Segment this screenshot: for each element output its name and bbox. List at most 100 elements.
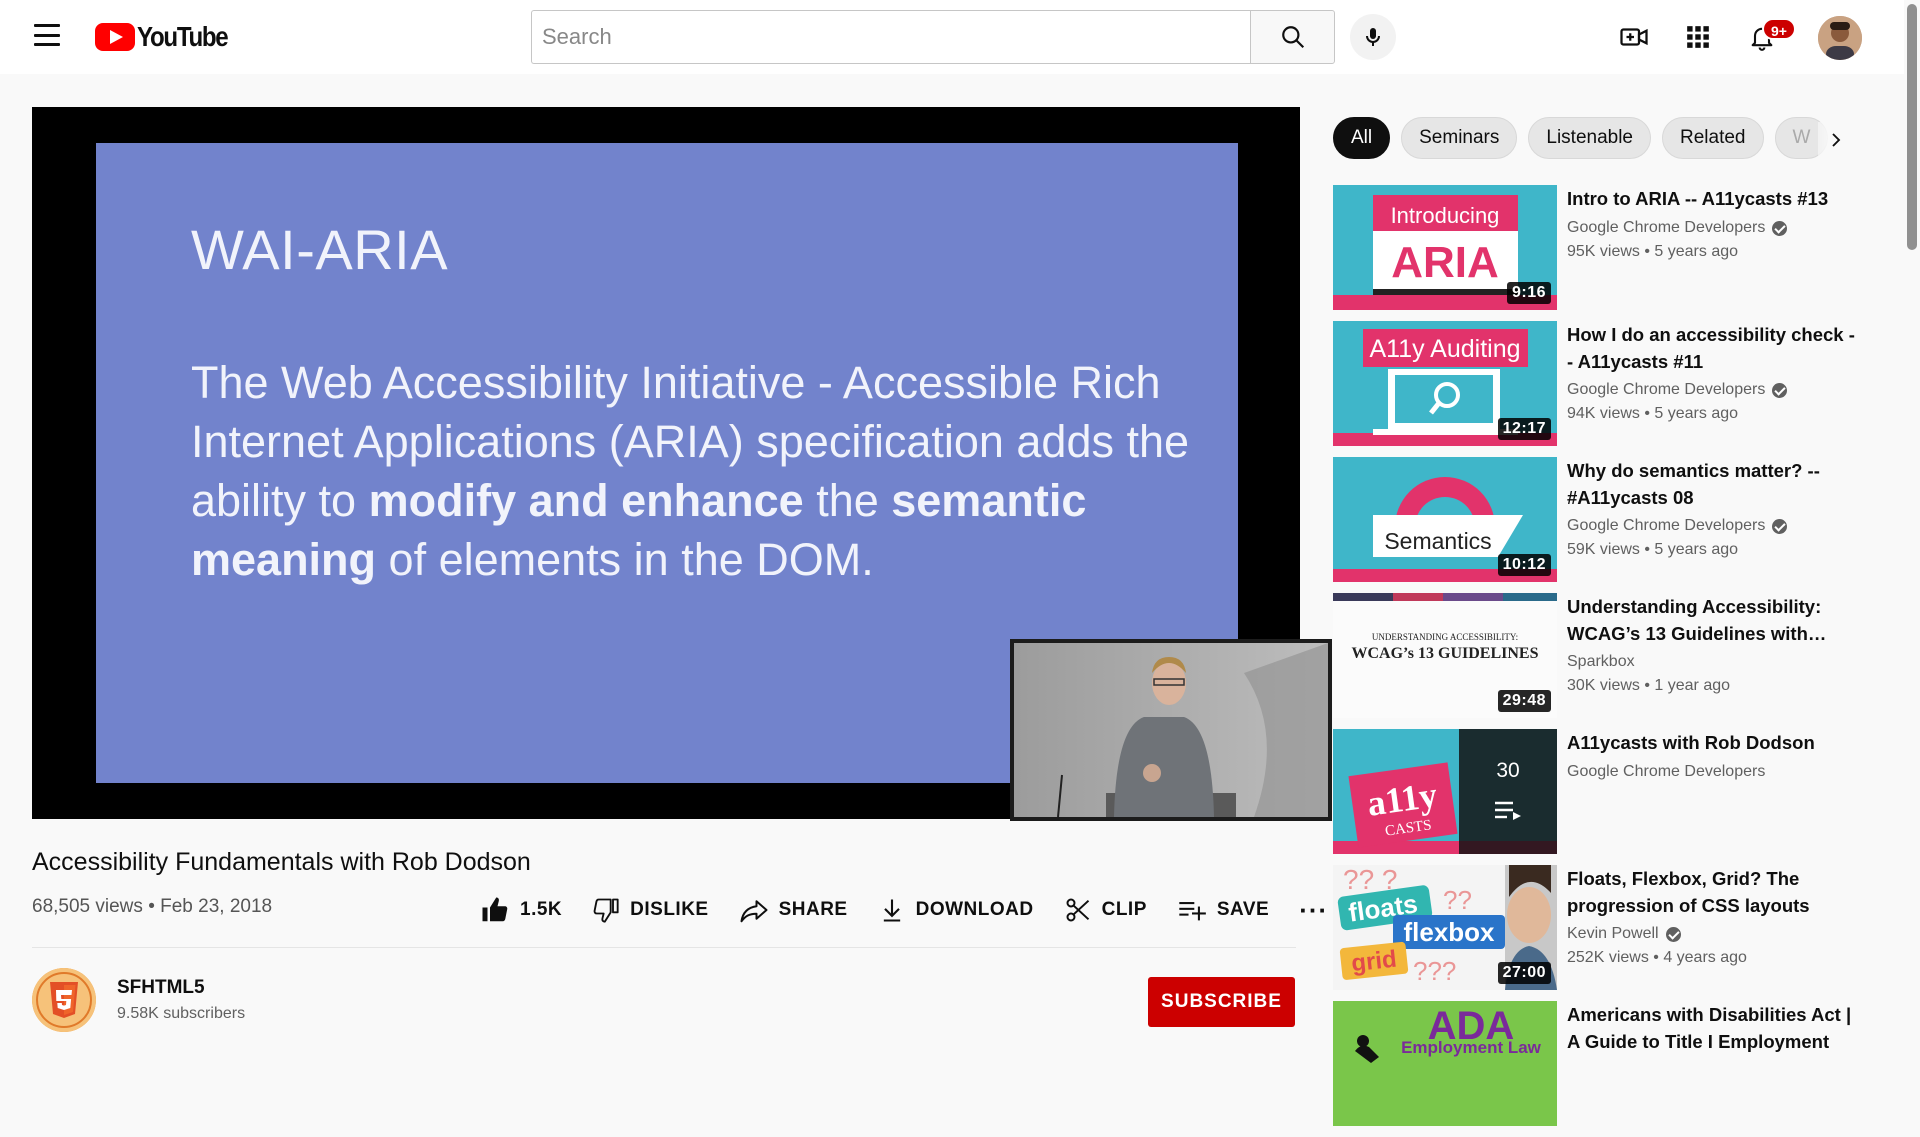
rec-title: A11ycasts with Rob Dodson [1567,732,1815,753]
rec-title: Why do semantics matter? -- #A11ycasts 0… [1567,460,1820,508]
recommendation-playlist[interactable]: a11y CASTS 30 A11ycasts with Rob Dodson … [1333,729,1873,865]
logo-text: YouTube [137,21,229,52]
svg-text:flexbox: flexbox [1403,917,1495,947]
subscriber-count: 9.58K subscribers [117,1005,246,1022]
rec-channel: Google Chrome Developers [1567,517,1788,535]
video-duration: 27:00 [1497,962,1551,984]
top-bar: YouTube 9+ [0,0,1920,74]
rec-channel: Kevin Powell [1567,925,1681,943]
channel-name[interactable]: SFHTML5 [117,977,205,999]
video-meta: 68,505 views • Feb 23, 2018 [32,896,272,918]
verified-icon [1772,220,1788,236]
svg-text:Introducing: Introducing [1391,203,1500,228]
svg-text:Semantics: Semantics [1384,528,1491,554]
thumbs-up-icon [482,897,508,922]
youtube-logo[interactable]: YouTube [95,19,242,55]
chip-seminars[interactable]: Seminars [1401,117,1518,159]
channel-avatar[interactable] [32,968,96,1032]
slide-title: WAI-ARIA [191,218,449,281]
like-button[interactable]: 1.5K [480,895,562,925]
video-thumbnail[interactable]: ?? ? ?? ??? floats flexbox grid 27:00 [1333,865,1557,990]
video-thumbnail[interactable]: UNDERSTANDING ACCESSIBILITY: WCAG’s 13 G… [1333,593,1557,718]
scissors-icon [1066,898,1089,922]
recommendation-item[interactable]: Introducing ARIA 9:16 Intro to ARIA -- A… [1333,185,1873,321]
dislike-button[interactable]: DISLIKE [592,896,708,924]
svg-text:A11y Auditing: A11y Auditing [1369,335,1520,363]
svg-text:???: ??? [1413,956,1456,986]
recommendation-list: Introducing ARIA 9:16 Intro to ARIA -- A… [1333,185,1873,1137]
playlist-thumbnail[interactable]: a11y CASTS 30 [1333,729,1557,854]
recommendation-item[interactable]: Semantics 10:12 Why do semantics matter?… [1333,457,1873,593]
rec-channel: Sparkbox [1567,653,1635,670]
apps-icon [1687,26,1709,48]
save-button[interactable]: SAVE [1177,896,1269,924]
share-label: SHARE [778,899,848,920]
share-icon [740,900,768,923]
menu-icon[interactable] [34,24,60,46]
search-input[interactable] [532,11,1251,63]
create-video-button[interactable] [1616,19,1652,55]
playlist-icon [1495,801,1521,820]
view-count: 68,505 views [32,896,143,917]
clip-label: CLIP [1101,899,1147,920]
svg-text:Employment Law: Employment Law [1401,1038,1542,1057]
video-thumbnail[interactable]: A11y Auditing 12:17 [1333,321,1557,446]
rec-stats: 30K views • 1 year ago [1567,677,1731,694]
recommendation-item[interactable]: UNDERSTANDING ACCESSIBILITY: WCAG’s 13 G… [1333,593,1873,729]
video-player[interactable]: WAI-ARIA The Web Accessibility Initiativ… [32,107,1332,821]
verified-icon [1772,518,1788,534]
share-button[interactable]: SHARE [739,895,848,925]
video-thumbnail[interactable]: Semantics 10:12 [1333,457,1557,582]
apps-button[interactable] [1680,19,1716,55]
divider [32,947,1296,948]
avatar-image [1818,16,1862,60]
recommendation-item[interactable]: A11y Auditing 12:17 How I do an accessib… [1333,321,1873,457]
user-avatar[interactable] [1818,16,1862,60]
search-button[interactable] [1250,10,1335,64]
recommendation-item[interactable]: ADA Employment Law Americans with Disabi… [1333,1001,1873,1137]
svg-text:UNDERSTANDING ACCESSIBILITY:: UNDERSTANDING ACCESSIBILITY: [1372,632,1518,642]
rec-channel: Google Chrome Developers [1567,763,1766,780]
page-scrollbar[interactable] [1904,0,1920,1061]
rec-stats: 94K views • 5 years ago [1567,405,1739,422]
subscribe-button[interactable]: SUBSCRIBE [1148,977,1295,1027]
rec-title: Floats, Flexbox, Grid? The progression o… [1567,868,1810,916]
video-frame-slide: WAI-ARIA The Web Accessibility Initiativ… [96,143,1332,821]
rec-title: How I do an accessibility check -- A11yc… [1567,324,1855,372]
upload-date: Feb 23, 2018 [160,896,273,917]
chip-all[interactable]: All [1333,117,1391,159]
video-duration: 12:17 [1497,418,1551,440]
more-icon[interactable]: ··· [1299,897,1328,923]
search-box [531,10,1251,64]
playlist-count: 30 [1496,759,1520,782]
video-actions: 1.5K DISLIKE SHARE DOWNLOAD CLIP SAVE ··… [480,893,1328,927]
save-label: SAVE [1216,899,1270,920]
chip-related[interactable]: Related [1662,117,1764,159]
youtube-play-icon [95,23,135,51]
video-duration: 29:48 [1497,690,1551,712]
video-title: Accessibility Fundamentals with Rob Dods… [32,848,531,876]
rec-channel: Google Chrome Developers [1567,219,1788,237]
create-video-icon [1620,28,1648,46]
download-icon [883,899,900,922]
video-thumbnail[interactable]: Introducing ARIA 9:16 [1333,185,1557,310]
clip-button[interactable]: CLIP [1064,896,1147,924]
download-button[interactable]: DOWNLOAD [878,896,1034,924]
verified-icon [1772,382,1788,398]
search-icon [1281,26,1304,49]
thumbs-down-icon [593,898,619,923]
chip-listenable[interactable]: Listenable [1528,117,1651,159]
rec-channel: Google Chrome Developers [1567,381,1788,399]
voice-search-button[interactable] [1350,14,1396,60]
filter-chips: All Seminars Listenable Related W [1333,117,1863,161]
dislike-label: DISLIKE [630,899,709,920]
scrollbar-thumb[interactable] [1907,4,1917,250]
like-count: 1.5K [520,899,563,920]
recommendation-item[interactable]: ?? ? ?? ??? floats flexbox grid 27:00 Fl… [1333,865,1873,1001]
video-thumbnail[interactable]: ADA Employment Law [1333,1001,1557,1126]
video-duration: 10:12 [1497,554,1551,576]
svg-text:ARIA: ARIA [1391,238,1499,287]
svg-text:WCAG’s 13 GUIDELINES: WCAG’s 13 GUIDELINES [1352,645,1539,662]
html5-logo-icon [32,968,96,1032]
chips-next-button[interactable] [1818,122,1854,158]
